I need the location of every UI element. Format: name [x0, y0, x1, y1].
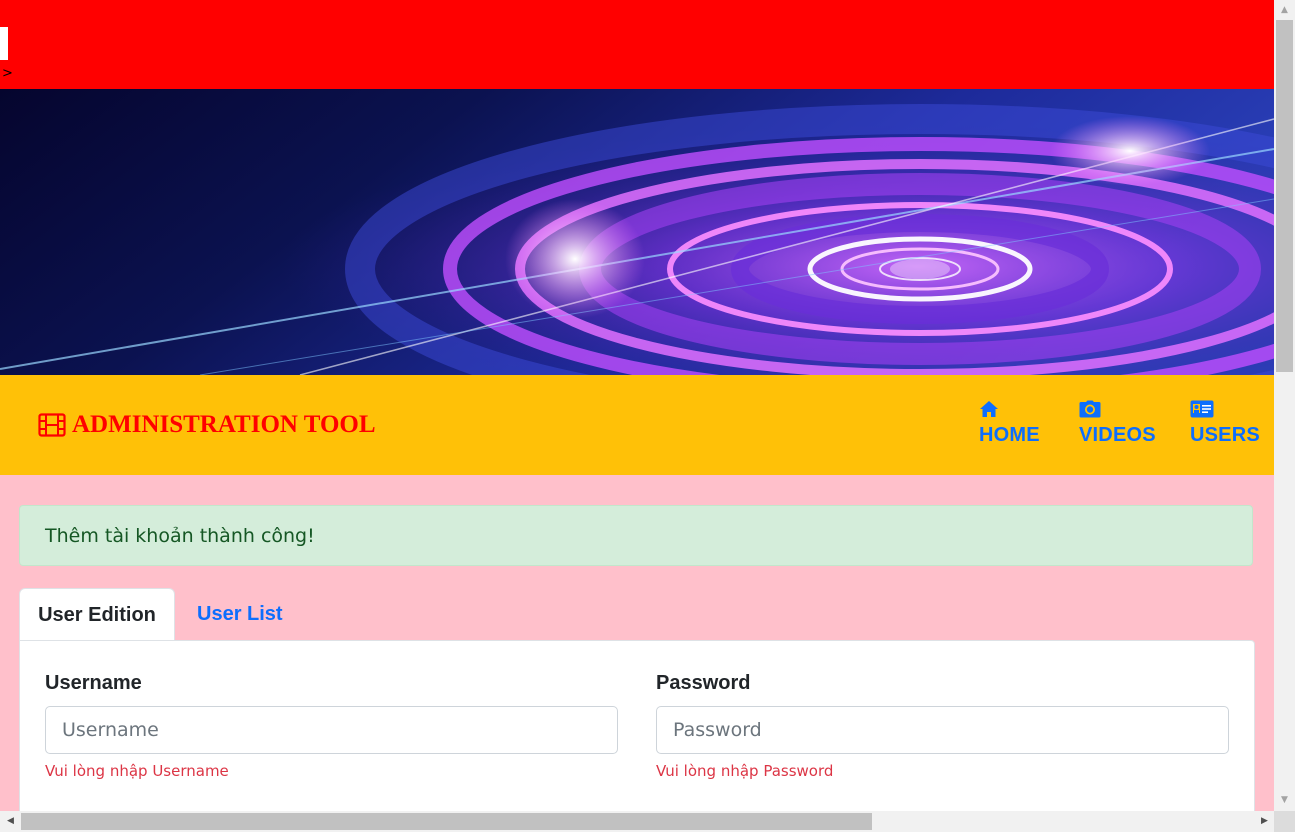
username-input[interactable]: [45, 706, 618, 754]
vertical-scroll-thumb[interactable]: [1276, 20, 1293, 372]
horizontal-scrollbar[interactable]: ◀ ▶: [0, 811, 1274, 832]
tab-user-list[interactable]: User List: [197, 588, 283, 640]
film-icon: [38, 413, 66, 437]
camera-icon: [1079, 400, 1101, 418]
nav-home-label: HOME: [979, 424, 1040, 446]
id-card-icon: [1190, 400, 1214, 418]
success-alert: Thêm tài khoản thành công!: [19, 505, 1253, 566]
scroll-up-icon[interactable]: ▲: [1274, 2, 1295, 19]
white-box: [0, 27, 8, 60]
brand-title: ADMINISTRATION TOOL: [72, 411, 376, 438]
nav-videos[interactable]: VIDEOS: [1079, 400, 1156, 447]
nav-users[interactable]: USERS: [1190, 400, 1260, 447]
vertical-scrollbar[interactable]: ▲ ▼: [1274, 0, 1295, 811]
scrollbar-corner: [1274, 811, 1295, 832]
scroll-right-icon[interactable]: ▶: [1256, 811, 1273, 832]
nav-users-label: USERS: [1190, 424, 1260, 446]
nav-home[interactable]: HOME: [979, 400, 1040, 447]
tab-user-edition[interactable]: User Edition: [19, 588, 175, 640]
page-viewport: > ADMINISTRATION TOOL HOME VIDEOS USERS …: [0, 0, 1274, 811]
stray-text: >: [2, 66, 13, 81]
password-label: Password: [656, 672, 751, 694]
password-input[interactable]: [656, 706, 1229, 754]
brand-link[interactable]: ADMINISTRATION TOOL: [38, 410, 376, 440]
scroll-down-icon[interactable]: ▼: [1274, 792, 1295, 809]
home-icon: [980, 401, 998, 417]
password-error: Vui lòng nhập Password: [656, 762, 834, 780]
hero-banner-image: [0, 89, 1274, 375]
username-error: Vui lòng nhập Username: [45, 762, 229, 780]
top-strip: >: [0, 0, 1274, 89]
scroll-left-icon[interactable]: ◀: [2, 811, 19, 832]
horizontal-scroll-thumb[interactable]: [21, 813, 872, 830]
username-label: Username: [45, 672, 142, 694]
nav-videos-label: VIDEOS: [1079, 424, 1156, 446]
